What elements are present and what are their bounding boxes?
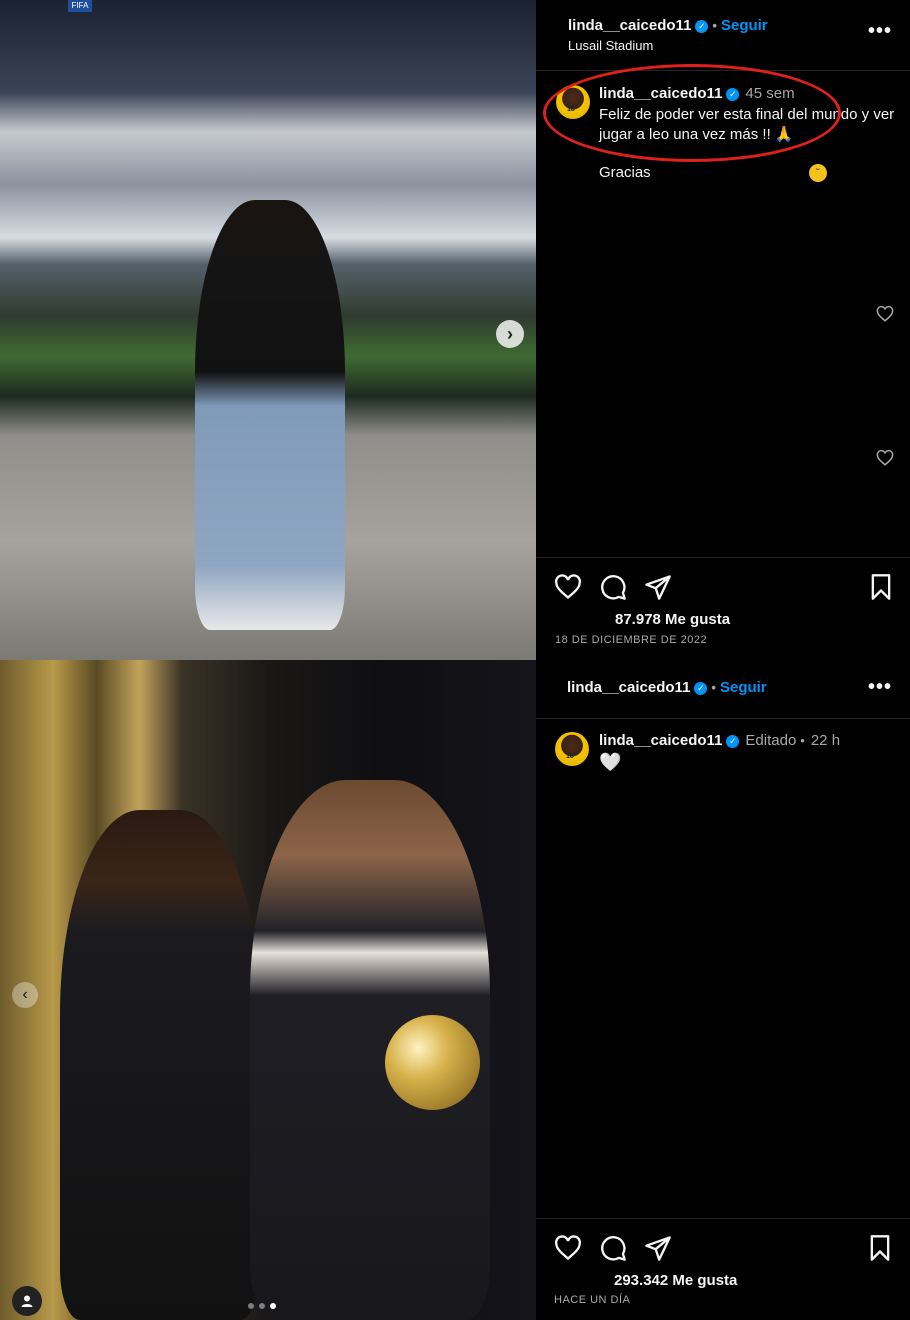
post-date[interactable]: 18 DE DICIEMBRE DE 2022 bbox=[555, 634, 707, 646]
trophy-image bbox=[385, 1015, 480, 1110]
highlight-ring bbox=[543, 64, 841, 162]
likes-count[interactable]: 293.342 Me gusta bbox=[614, 1272, 737, 1289]
verified-icon: ✓ bbox=[726, 735, 740, 748]
post1-photo[interactable]: FIFA › bbox=[0, 0, 536, 660]
post2-panel: linda__caicedo11 ✓ • Seguir ••• 18 linda__c… bbox=[536, 660, 910, 1320]
bookmark-icon[interactable] bbox=[866, 1234, 894, 1262]
share-icon[interactable] bbox=[644, 573, 672, 601]
verified-icon: ✓ bbox=[695, 20, 709, 33]
caption-text: 🤍 bbox=[599, 752, 622, 772]
follow-button[interactable]: Seguir bbox=[721, 17, 768, 34]
chevron-left-icon[interactable]: ‹ bbox=[12, 982, 38, 1008]
username-link[interactable]: linda__caicedo11 bbox=[568, 17, 691, 34]
caption-username[interactable]: linda__caicedo11 bbox=[599, 732, 722, 749]
avatar[interactable]: 18 bbox=[555, 732, 589, 766]
bookmark-icon[interactable] bbox=[867, 573, 895, 601]
username-link[interactable]: linda__caicedo11 bbox=[567, 679, 690, 696]
reply-text: Gracias bbox=[599, 164, 651, 181]
post2-header: linda__caicedo11 ✓ • Seguir ••• bbox=[536, 660, 910, 719]
person-figure bbox=[195, 200, 345, 630]
user-tag-icon[interactable] bbox=[12, 1286, 42, 1316]
likes-count[interactable]: 87.978 Me gusta bbox=[615, 611, 730, 628]
caption-time[interactable]: 22 h bbox=[811, 732, 840, 749]
chevron-right-icon[interactable]: › bbox=[496, 320, 524, 348]
comment-icon[interactable] bbox=[599, 573, 627, 601]
location-link[interactable]: Lusail Stadium bbox=[568, 38, 653, 53]
heart-icon[interactable] bbox=[554, 573, 582, 601]
follow-button[interactable]: Seguir bbox=[720, 679, 767, 696]
more-icon[interactable]: ••• bbox=[868, 676, 892, 699]
verified-icon: ✓ bbox=[694, 682, 708, 695]
heart-icon[interactable] bbox=[876, 449, 894, 467]
carousel-dots bbox=[248, 1303, 276, 1309]
caption-edited: Editado bbox=[745, 732, 797, 749]
comment-icon[interactable] bbox=[599, 1234, 627, 1262]
post-date[interactable]: HACE UN DÍA bbox=[554, 1294, 630, 1306]
fifa-badge: FIFA bbox=[68, 0, 92, 12]
person-figure-left bbox=[60, 810, 260, 1320]
post2-photo[interactable]: ‹ bbox=[0, 660, 536, 1320]
smirk-emoji-icon: ˘ bbox=[809, 164, 827, 182]
heart-icon[interactable] bbox=[876, 305, 894, 323]
post1-header: linda__caicedo11 ✓ • Seguir Lusail Stadium … bbox=[536, 0, 910, 71]
heart-icon[interactable] bbox=[554, 1234, 582, 1262]
more-icon[interactable]: ••• bbox=[868, 20, 892, 43]
share-icon[interactable] bbox=[644, 1234, 672, 1262]
